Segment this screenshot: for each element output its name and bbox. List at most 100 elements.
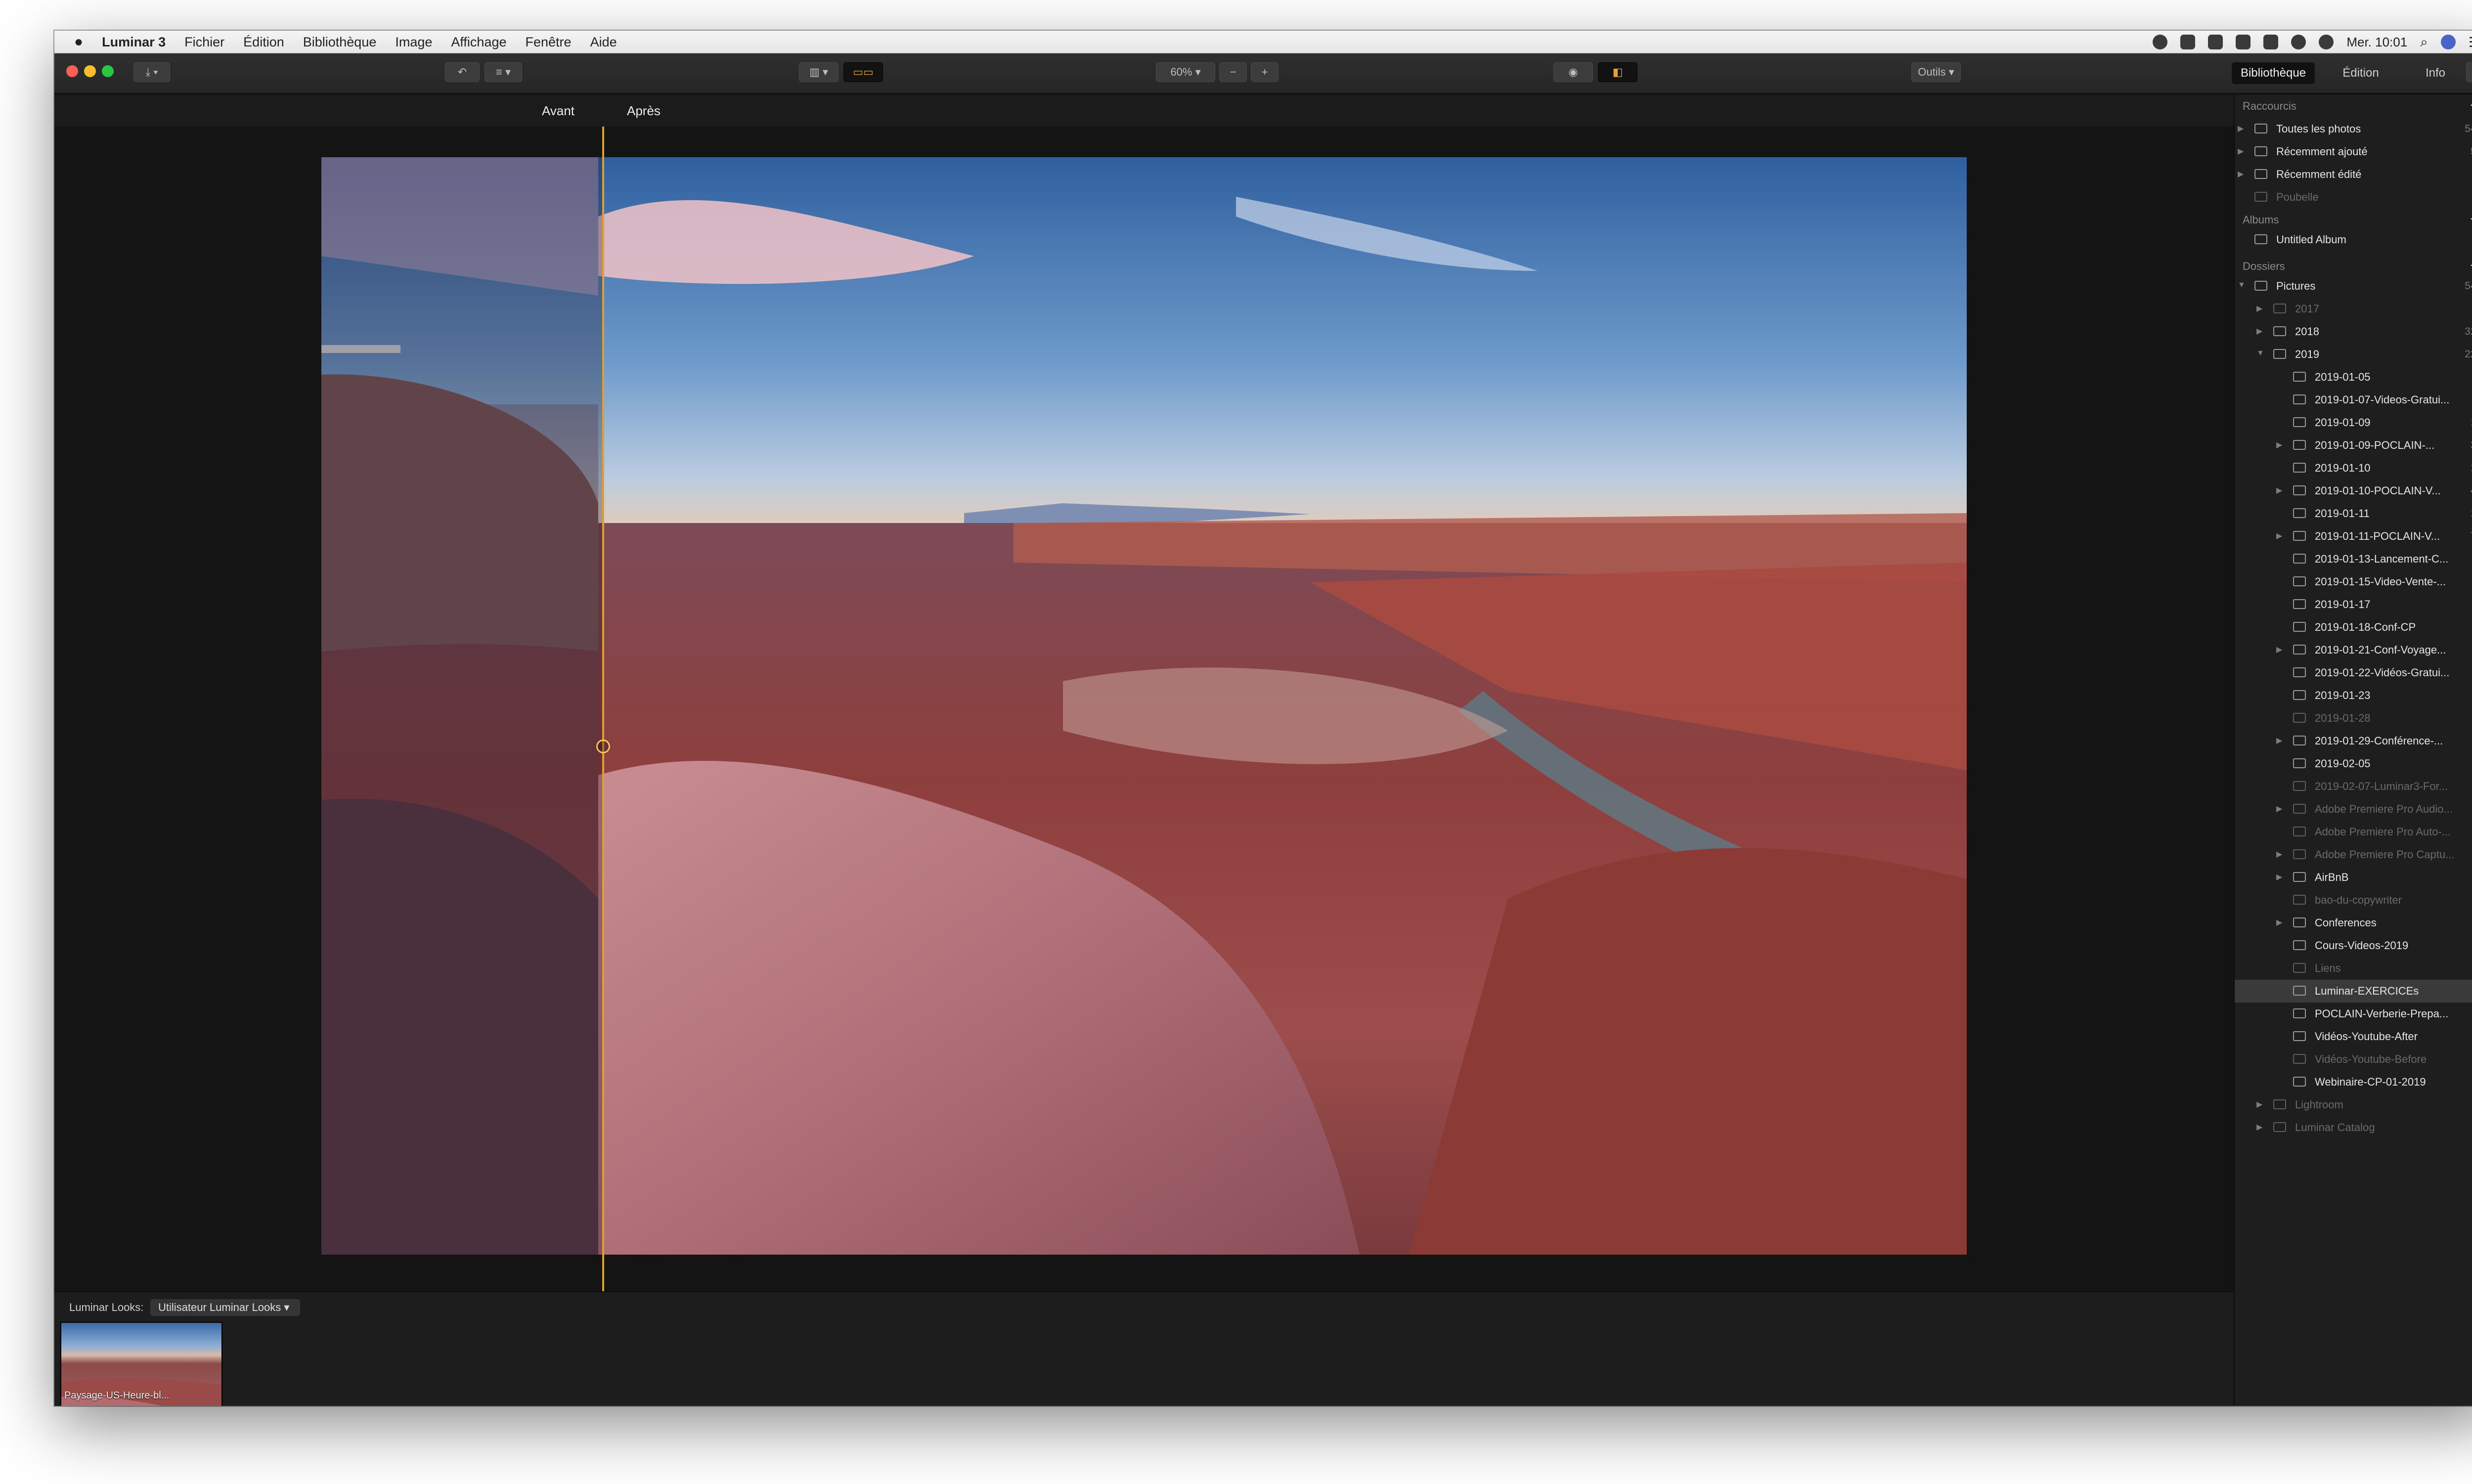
zoom-out-button[interactable]: −: [1219, 62, 1247, 82]
folder-row[interactable]: Cours-Videos-201939: [2235, 934, 2472, 957]
add-album-button[interactable]: +: [2470, 211, 2472, 227]
menu-fenetre[interactable]: Fenêtre: [526, 31, 572, 53]
shortcut-row[interactable]: ▶Récemment édité28: [2235, 163, 2472, 186]
status-chat-icon[interactable]: [2263, 35, 2279, 49]
disclosure-closed-icon[interactable]: ▶: [2276, 440, 2282, 450]
folder-row[interactable]: ▶2019-01-29-Conférence-...24: [2235, 730, 2472, 752]
disclosure-closed-icon[interactable]: ▶: [2256, 1122, 2262, 1132]
folder-row[interactable]: 2019-01-10153: [2235, 457, 2472, 480]
menu-affichage[interactable]: Affichage: [451, 31, 506, 53]
disclosure-closed-icon[interactable]: ▶: [2276, 849, 2282, 859]
close-window-button[interactable]: [66, 65, 78, 77]
menu-app-name[interactable]: Luminar 3: [102, 31, 166, 53]
shortcut-row[interactable]: ▶ Toutes les photos 5493: [2235, 118, 2472, 140]
compare-button[interactable]: ◧: [1598, 62, 1637, 82]
add-shortcut-button[interactable]: +: [2470, 97, 2472, 114]
edited-photo[interactable]: [321, 157, 1967, 1255]
folder-row[interactable]: ▶2019-01-10-POCLAIN-V...439: [2235, 480, 2472, 502]
folder-row[interactable]: 2019-01-2313: [2235, 684, 2472, 707]
disclosure-closed-icon[interactable]: ▶: [2276, 872, 2282, 882]
folder-row[interactable]: ▶AirBnB17: [2235, 866, 2472, 889]
sidebar-toggle-button[interactable]: ▥ ▾: [799, 62, 839, 82]
disclosure-closed-icon[interactable]: ▶: [2276, 645, 2282, 655]
disclosure-closed-icon[interactable]: ▶: [2256, 304, 2262, 313]
folder-row[interactable]: 2019-01-07-Videos-Gratui...1: [2235, 389, 2472, 411]
folder-row[interactable]: ▶Lightroom0: [2235, 1093, 2472, 1116]
shortcut-row[interactable]: ▶Récemment ajouté588: [2235, 140, 2472, 163]
folder-row[interactable]: ▶Adobe Premiere Pro Audio...0: [2235, 798, 2472, 821]
folder-row[interactable]: 2019-01-055: [2235, 366, 2472, 389]
folder-row[interactable]: 2019-01-13-Lancement-C...8: [2235, 548, 2472, 570]
folder-row[interactable]: bao-du-copywriter0: [2235, 889, 2472, 912]
folder-row[interactable]: 2019-01-11107: [2235, 502, 2472, 525]
disclosure-closed-icon[interactable]: ▶: [2276, 804, 2282, 814]
disclosure-closed-icon[interactable]: ▶: [2276, 917, 2282, 927]
undo-button[interactable]: ↶: [445, 62, 480, 82]
disclosure-closed-icon[interactable]: ▶: [2276, 485, 2282, 495]
notification-center-icon[interactable]: ☰: [2469, 34, 2472, 50]
folder-row[interactable]: ▶2019-01-09-POCLAIN-...363: [2235, 434, 2472, 457]
folder-row[interactable]: Vidéos-Youtube-Before0: [2235, 1048, 2472, 1071]
status-shield-icon[interactable]: [2236, 35, 2251, 49]
history-button[interactable]: ≡ ▾: [485, 62, 522, 82]
folder-row[interactable]: ▶Luminar Catalog0: [2235, 1116, 2472, 1139]
folder-row[interactable]: ▼ Pictures 5493: [2235, 275, 2472, 298]
status-bluetooth-icon[interactable]: [2291, 35, 2306, 49]
add-folder-button[interactable]: +: [2470, 257, 2472, 274]
folder-row[interactable]: ▶Conferences10: [2235, 912, 2472, 934]
folder-row[interactable]: ▼ 2019 2239: [2235, 343, 2472, 366]
folder-row[interactable]: 2019-01-1791: [2235, 593, 2472, 616]
menu-image[interactable]: Image: [395, 31, 432, 53]
folder-row[interactable]: 2019-01-15-Video-Vente-...1: [2235, 570, 2472, 593]
disclosure-closed-icon[interactable]: ▶: [2276, 736, 2282, 745]
folder-row[interactable]: ▶ 2018 3253: [2235, 320, 2472, 343]
zoom-window-button[interactable]: [102, 65, 114, 77]
menu-bibliotheque[interactable]: Bibliothèque: [303, 31, 377, 53]
looks-category-select[interactable]: Utilisateur Luminar Looks ▾: [150, 1299, 301, 1316]
menu-fichier[interactable]: Fichier: [184, 31, 224, 53]
compare-divider-handle[interactable]: [596, 740, 610, 753]
menu-edition[interactable]: Édition: [243, 31, 284, 53]
share-button[interactable]: ⇪: [2466, 62, 2472, 82]
status-screen-icon[interactable]: [2180, 35, 2196, 49]
status-eye-icon[interactable]: [2153, 35, 2168, 49]
disclosure-closed-icon[interactable]: ▶: [2256, 1099, 2262, 1109]
folder-row[interactable]: POCLAIN-Verberie-Prepa...29: [2235, 1003, 2472, 1025]
menubar-clock[interactable]: Mer. 10:01: [2346, 35, 2407, 50]
disclosure-open-icon[interactable]: ▼: [2256, 349, 2264, 358]
status-wifi-icon[interactable]: [2319, 35, 2334, 49]
folder-row[interactable]: 2019-01-280: [2235, 707, 2472, 730]
import-button[interactable]: ⤓ ▾: [133, 62, 170, 82]
disclosure-closed-icon[interactable]: ▶: [2276, 531, 2282, 541]
zoom-select[interactable]: 60% ▾: [1156, 62, 1215, 82]
folder-row[interactable]: 2019-01-22-Vidéos-Gratui...6: [2235, 661, 2472, 684]
disclosure-closed-icon[interactable]: ▶: [2256, 326, 2262, 336]
album-row[interactable]: Untitled Album1: [2235, 228, 2472, 251]
folder-row[interactable]: ▶20170: [2235, 298, 2472, 320]
disclosure-open-icon[interactable]: ▼: [2238, 281, 2246, 290]
disclosure-closed-icon[interactable]: ▶: [2238, 146, 2244, 156]
folder-row[interactable]: ▶Adobe Premiere Pro Captu...0: [2235, 843, 2472, 866]
folder-row[interactable]: 2019-01-09137: [2235, 411, 2472, 434]
folder-row[interactable]: Liens0: [2235, 957, 2472, 980]
folder-row[interactable]: ▶2019-01-21-Conf-Voyage...28: [2235, 639, 2472, 661]
apple-menu-icon[interactable]: ●: [74, 31, 83, 53]
folder-row[interactable]: Adobe Premiere Pro Auto-...0: [2235, 821, 2472, 843]
folder-row[interactable]: 2019-02-07-Luminar3-For...0: [2235, 775, 2472, 798]
menu-aide[interactable]: Aide: [590, 31, 617, 53]
folder-row[interactable]: Vidéos-Youtube-After11: [2235, 1025, 2472, 1048]
tab-edition[interactable]: Édition: [2324, 62, 2398, 84]
folder-row[interactable]: Luminar-EXERCICEs14: [2235, 980, 2472, 1003]
filmstrip-toggle-button[interactable]: ▭▭: [843, 62, 883, 82]
zoom-in-button[interactable]: +: [1251, 62, 1279, 82]
tab-info[interactable]: Info: [2406, 62, 2465, 84]
folder-row[interactable]: 2019-02-058: [2235, 752, 2472, 775]
image-canvas[interactable]: [54, 127, 2234, 1291]
folder-row[interactable]: ▶2019-01-11-POCLAIN-V...724: [2235, 525, 2472, 548]
tools-dropdown[interactable]: Outils ▾: [1911, 62, 1961, 82]
spotlight-search-icon[interactable]: ⌕: [2420, 34, 2428, 50]
status-person-icon[interactable]: [2208, 35, 2223, 49]
siri-icon[interactable]: [2440, 35, 2456, 49]
tab-bibliotheque[interactable]: Bibliothèque: [2232, 62, 2315, 84]
shortcut-row[interactable]: Poubelle0: [2235, 186, 2472, 209]
